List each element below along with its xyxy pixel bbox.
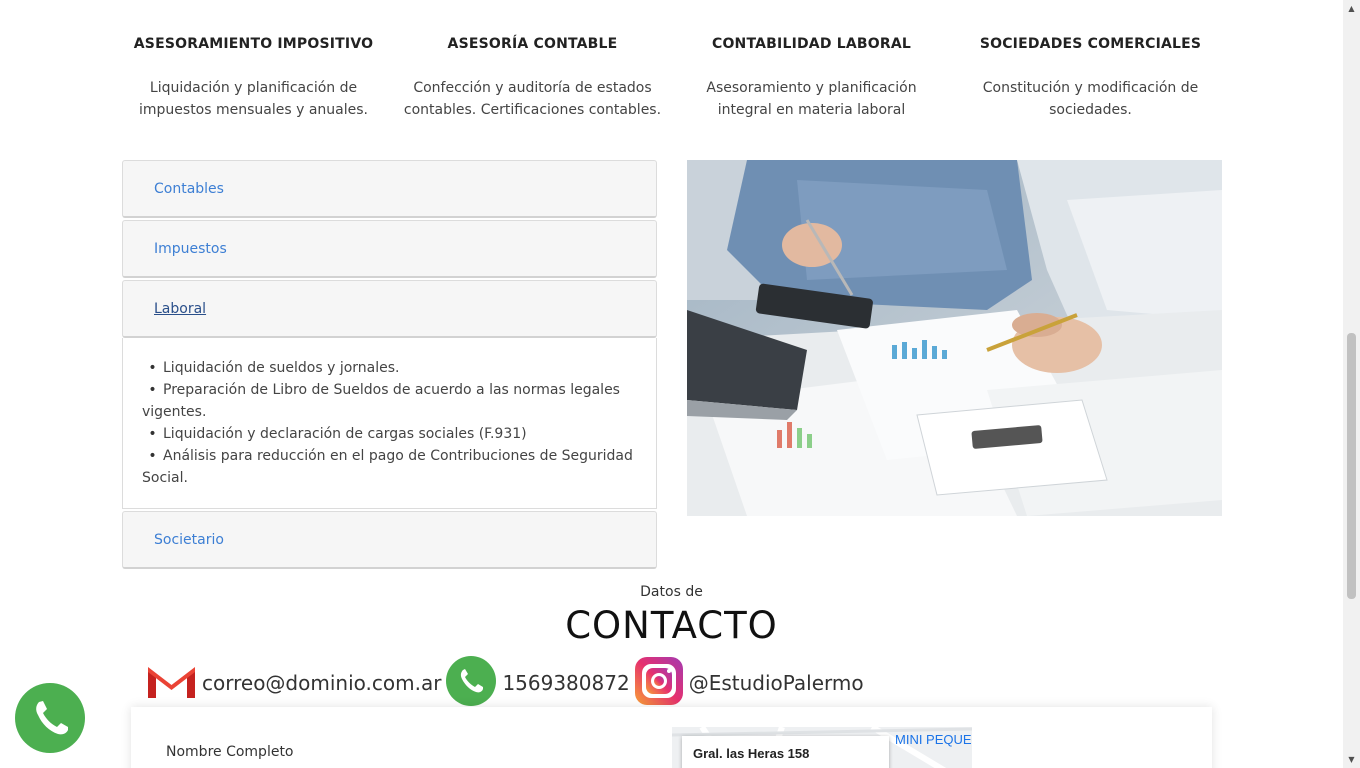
service-description-line: impuestos mensuales y anuales. — [139, 102, 368, 118]
service-title: CONTABILIDAD LABORAL — [711, 36, 911, 52]
service-title: ASESORÍA CONTABLE — [447, 36, 618, 52]
instagram-icon — [634, 656, 684, 710]
laboral-list: Liquidación de sueldos y jornales. Prepa… — [142, 357, 642, 489]
service-description: Confección y auditoría de estados contabl… — [393, 77, 672, 121]
scroll-down-arrow-icon[interactable]: ▼ — [1343, 751, 1360, 768]
list-item: Análisis para reducción en el pago de Co… — [142, 445, 642, 489]
office-photo — [687, 160, 1222, 516]
service-description-line: contables. Certificaciones contables. — [403, 102, 662, 118]
map-address: Gral. las Heras 158 — [693, 746, 810, 761]
service-title: ASESORAMIENTO IMPOSITIVO — [133, 36, 374, 52]
service-description: Constitución y modificación de sociedades… — [951, 77, 1230, 121]
instagram-text[interactable]: @EstudioPalermo — [689, 671, 864, 695]
email-link[interactable]: correo@dominio.com.ar — [146, 660, 441, 706]
gmail-icon — [146, 660, 197, 706]
service-description-line: Liquidación y planificación de — [149, 80, 358, 96]
map-place-label[interactable]: MINI PEQUE — [895, 732, 972, 747]
instagram-link[interactable]: @EstudioPalermo — [634, 656, 864, 710]
accordion-item-label[interactable]: Societario — [154, 532, 224, 548]
service-description-line: Asesoramiento y planificación — [706, 80, 917, 96]
scroll-up-arrow-icon[interactable]: ▲ — [1343, 0, 1360, 17]
contact-links: correo@dominio.com.ar 1569380872 @Estudi… — [146, 655, 868, 711]
service-description: Liquidación y planificación de impuestos … — [114, 77, 393, 121]
accordion-item-laboral[interactable]: Laboral — [122, 280, 657, 338]
location-map[interactable]: Gral. las Heras 158 MINI PEQUE — [672, 727, 972, 768]
accordion-item-societario[interactable]: Societario — [122, 511, 657, 569]
phone-text[interactable]: 1569380872 — [502, 671, 629, 695]
map-address-card: Gral. las Heras 158 — [682, 736, 889, 768]
service-description-line: integral en materia laboral — [717, 102, 906, 118]
list-item: Liquidación y declaración de cargas soci… — [142, 423, 642, 445]
services-row: ASESORAMIENTO IMPOSITIVO Liquidación y p… — [114, 34, 1230, 121]
contact-pretitle: Datos de — [640, 584, 703, 600]
contact-form-card: Nombre Completo Gral. las Heras 158 MINI… — [131, 707, 1212, 768]
whatsapp-icon — [445, 655, 497, 711]
name-field-label: Nombre Completo — [166, 744, 294, 760]
accordion-panel-laboral: Liquidación de sueldos y jornales. Prepa… — [122, 338, 657, 509]
whatsapp-float-button[interactable] — [15, 683, 85, 753]
services-accordion: Contables Impuestos Laboral Liquidación … — [122, 160, 657, 571]
contact-title: CONTACTO — [565, 604, 778, 647]
list-item: Liquidación de sueldos y jornales. — [142, 357, 642, 379]
accordion-item-label[interactable]: Contables — [154, 181, 224, 197]
list-item: Preparación de Libro de Sueldos de acuer… — [142, 379, 642, 423]
accordion-item-label[interactable]: Laboral — [154, 301, 206, 317]
scrollbar-thumb[interactable] — [1347, 333, 1356, 599]
service-card: ASESORÍA CONTABLE Confección y auditoría… — [393, 34, 672, 121]
accordion-item-contables[interactable]: Contables — [122, 160, 657, 218]
service-description-line: Confección y auditoría de estados — [413, 80, 652, 96]
service-description-line: Constitución y modificación de — [982, 80, 1199, 96]
page-scrollbar[interactable]: ▲ ▼ — [1343, 0, 1360, 768]
page: ASESORAMIENTO IMPOSITIVO Liquidación y p… — [0, 0, 1343, 768]
service-description-line: sociedades. — [1049, 102, 1132, 118]
accordion-item-label[interactable]: Impuestos — [154, 241, 227, 257]
email-text[interactable]: correo@dominio.com.ar — [202, 671, 441, 695]
whatsapp-link[interactable]: 1569380872 — [445, 655, 630, 711]
service-title: SOCIEDADES COMERCIALES — [979, 36, 1202, 52]
accordion-item-impuestos[interactable]: Impuestos — [122, 220, 657, 278]
service-card: ASESORAMIENTO IMPOSITIVO Liquidación y p… — [114, 34, 393, 121]
service-card: SOCIEDADES COMERCIALES Constitución y mo… — [951, 34, 1230, 121]
whatsapp-icon — [15, 683, 85, 757]
service-card: CONTABILIDAD LABORAL Asesoramiento y pla… — [672, 34, 951, 121]
service-description: Asesoramiento y planificación integral en… — [672, 77, 951, 121]
